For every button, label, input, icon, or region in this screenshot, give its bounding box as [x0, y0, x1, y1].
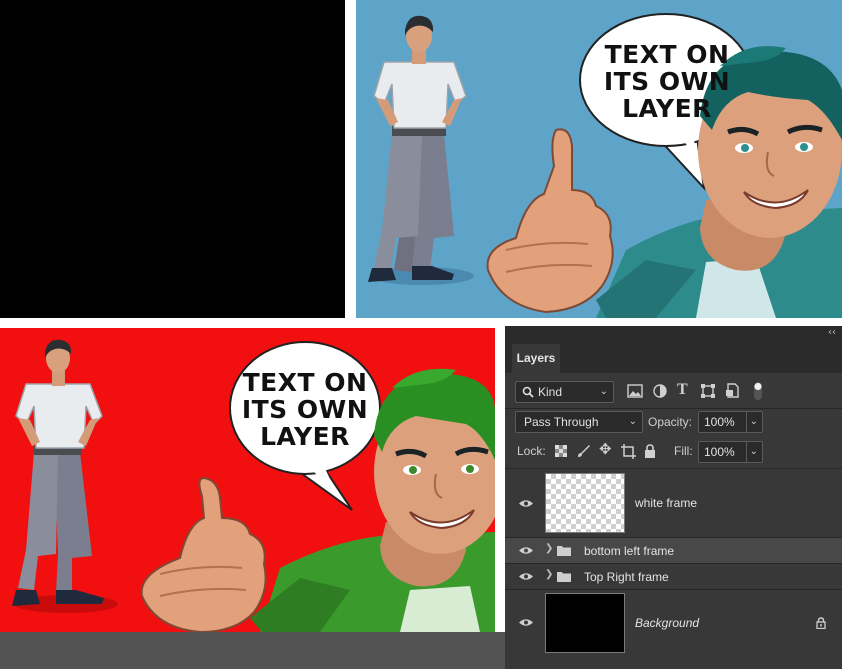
speech-bubble-text: TEXT ON ITS OWN LAYER [603, 40, 731, 123]
layer-row-bottom-left-frame[interactable]: ❯ bottom left frame [505, 538, 842, 563]
folder-icon [557, 546, 571, 556]
chevron-down-icon: ⌄ [599, 386, 608, 397]
double-chevron-left-icon[interactable]: ‹‹ [828, 327, 836, 338]
opacity-label: Opacity: [648, 415, 693, 429]
lock-artboard-icon[interactable] [621, 444, 636, 459]
lock-position-icon[interactable]: ✥ [599, 440, 612, 458]
panel-tab-bar: Layers [505, 341, 842, 373]
lock-label: Lock: [517, 444, 546, 458]
layer-thumbnail [545, 593, 625, 653]
panel-title-bar: ‹‹ [505, 326, 842, 341]
lock-transparency-icon[interactable] [555, 445, 567, 457]
chevron-down-icon[interactable]: ⌄ [745, 412, 758, 432]
layer-name: bottom left frame [584, 544, 675, 558]
filter-kind-select[interactable]: Kind ⌄ [515, 381, 614, 403]
smart-object-filter-icon[interactable] [725, 383, 739, 398]
adjustment-filter-icon[interactable] [653, 384, 667, 398]
folder-icon [557, 572, 571, 582]
blend-mode-select[interactable]: Pass Through ⌄ [515, 411, 643, 433]
chevron-down-icon[interactable]: ⌄ [745, 442, 758, 462]
layer-name: Background [635, 616, 700, 630]
standing-man-figure [368, 15, 474, 285]
standing-man-figure [12, 339, 118, 613]
filter-kind-value: Kind [538, 385, 563, 399]
opacity-field[interactable]: 100% ⌄ [698, 411, 763, 433]
eye-icon[interactable] [519, 546, 533, 555]
layer-name: Top Right frame [584, 570, 669, 584]
pasteboard-area [0, 632, 510, 669]
top-left-black-frame [0, 0, 345, 318]
fill-value: 100% [704, 445, 735, 459]
filter-toggle-icon[interactable] [753, 381, 763, 401]
layer-row-background[interactable]: Background [505, 590, 842, 656]
lock-icon [816, 617, 826, 629]
layers-panel: ‹‹ Layers Kind ⌄ T Pass Through ⌄ Opacit… [505, 326, 842, 669]
shape-filter-icon[interactable] [701, 384, 715, 398]
blend-mode-value: Pass Through [524, 415, 599, 429]
eye-icon[interactable] [519, 499, 533, 508]
opacity-value: 100% [704, 415, 735, 429]
lock-pixels-icon[interactable] [577, 444, 591, 458]
image-filter-icon[interactable] [627, 384, 643, 398]
chevron-right-icon[interactable]: ❯ [545, 569, 553, 580]
tab-layers[interactable]: Layers [512, 344, 560, 373]
layer-thumbnail [545, 473, 625, 533]
speech-bubble-text: TEXT ON ITS OWN LAYER [241, 368, 369, 451]
fill-label: Fill: [674, 444, 693, 458]
top-right-comic-frame: TEXT ON ITS OWN LAYER [356, 0, 842, 318]
eye-icon[interactable] [519, 572, 533, 581]
lock-all-icon[interactable] [644, 444, 656, 458]
chevron-right-icon[interactable]: ❯ [545, 543, 553, 554]
type-filter-icon[interactable]: T [677, 381, 688, 399]
search-icon [522, 386, 534, 398]
fill-field[interactable]: 100% ⌄ [698, 441, 763, 463]
chevron-down-icon: ⌄ [628, 416, 637, 427]
layer-row-top-right-frame[interactable]: ❯ Top Right frame [505, 564, 842, 589]
layer-row-white-frame[interactable]: white frame [505, 469, 842, 537]
bottom-left-comic-frame: TEXT ON ITS OWN LAYER [0, 328, 495, 632]
eye-icon[interactable] [519, 618, 533, 627]
layer-name: white frame [635, 496, 698, 510]
